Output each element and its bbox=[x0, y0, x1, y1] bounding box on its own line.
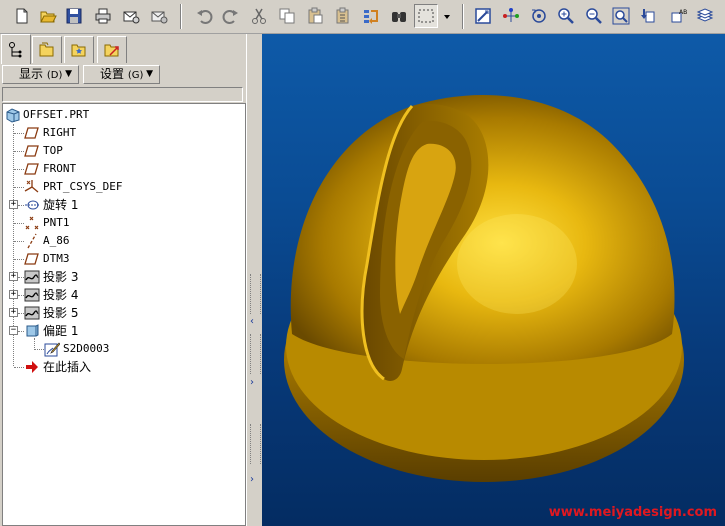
copy-icon[interactable] bbox=[276, 5, 298, 27]
insert-arrow-icon bbox=[26, 361, 38, 373]
toolbar-separator bbox=[462, 4, 464, 29]
print-icon[interactable] bbox=[92, 5, 114, 27]
revolve-icon bbox=[25, 200, 39, 210]
sketch-icon bbox=[44, 342, 60, 357]
settings-menu-button[interactable]: 设置 (G) ▼ bbox=[83, 65, 160, 84]
reorient-icon[interactable] bbox=[638, 5, 660, 27]
folder-icon bbox=[39, 42, 54, 57]
datum-point-icon bbox=[25, 216, 39, 230]
tree-menus: 显示 (D) ▼ 设置 (G) ▼ bbox=[0, 64, 246, 85]
paste-icon[interactable] bbox=[304, 5, 326, 27]
tree-item-label: 旋转 1 bbox=[43, 198, 79, 212]
display-menu-button[interactable]: 显示 (D) ▼ bbox=[2, 65, 79, 84]
paste-special-icon[interactable] bbox=[332, 5, 354, 27]
settings-menu-key: (G) bbox=[127, 70, 144, 81]
chevron-right-icon[interactable]: › bbox=[250, 377, 254, 388]
repaint-icon[interactable] bbox=[472, 5, 494, 27]
splitter-grip[interactable] bbox=[250, 424, 261, 464]
tree-item-label: DTM3 bbox=[43, 252, 70, 265]
expand-icon[interactable]: + bbox=[9, 272, 18, 281]
tree-item-label: S2D0003 bbox=[63, 342, 110, 355]
tree-item-label: RIGHT bbox=[43, 126, 77, 139]
part-icon bbox=[6, 108, 20, 123]
tab-model-tree[interactable] bbox=[1, 34, 31, 64]
datum-plane-icon bbox=[24, 127, 39, 139]
email-icon[interactable] bbox=[120, 5, 142, 27]
find-icon[interactable] bbox=[388, 5, 410, 27]
watermark-text: www.meiyadesign.com bbox=[548, 505, 717, 520]
splitter-grip[interactable] bbox=[250, 334, 261, 374]
expand-icon[interactable]: + bbox=[9, 290, 18, 299]
refit-icon[interactable] bbox=[610, 5, 632, 27]
panel-splitter[interactable]: ‹ › › bbox=[246, 34, 263, 526]
tree-root-label: OFFSET.PRT bbox=[23, 108, 90, 121]
favorites-icon bbox=[71, 44, 86, 57]
projection-curve-icon bbox=[24, 288, 40, 302]
layers-icon[interactable] bbox=[694, 5, 716, 27]
model-tree-icon bbox=[9, 41, 22, 57]
new-icon[interactable] bbox=[11, 5, 33, 27]
tree-item-label: PNT1 bbox=[43, 216, 70, 229]
open-icon[interactable] bbox=[37, 5, 59, 27]
save-icon[interactable] bbox=[63, 5, 85, 27]
tree-filter-bar[interactable] bbox=[2, 87, 243, 102]
chevron-down-icon: ▼ bbox=[146, 69, 153, 79]
tree-item-label: TOP bbox=[43, 144, 63, 157]
collapse-icon[interactable]: − bbox=[9, 326, 18, 335]
tree-item-label: 投影 3 bbox=[43, 270, 79, 284]
helmet-model bbox=[284, 94, 684, 482]
tree-item-label: FRONT bbox=[43, 162, 77, 175]
main-toolbar: AB bbox=[0, 0, 725, 34]
expand-icon[interactable]: + bbox=[9, 200, 18, 209]
navigator-tabs bbox=[0, 34, 262, 64]
regenerate-icon[interactable] bbox=[360, 5, 382, 27]
chevron-down-icon: ▼ bbox=[65, 69, 72, 79]
chevron-right-icon[interactable]: › bbox=[250, 474, 254, 485]
chevron-left-icon[interactable]: ‹ bbox=[250, 316, 254, 327]
tree-item-label: 投影 5 bbox=[43, 306, 79, 320]
orient-icon[interactable] bbox=[528, 5, 550, 27]
tree-item-label: 在此插入 bbox=[43, 360, 92, 374]
settings-menu-label: 设置 bbox=[100, 67, 125, 81]
tab-folder-browser[interactable] bbox=[32, 36, 62, 63]
datum-plane-icon bbox=[24, 253, 39, 265]
tree-line bbox=[34, 338, 35, 348]
tree-item-label: 投影 4 bbox=[43, 288, 79, 302]
svg-text:AB: AB bbox=[679, 9, 687, 16]
redo-icon[interactable] bbox=[220, 5, 242, 27]
connections-icon bbox=[104, 44, 119, 57]
projection-curve-icon bbox=[24, 306, 40, 320]
chevron-down-icon[interactable] bbox=[441, 5, 453, 27]
datum-axis-icon bbox=[27, 233, 37, 249]
zoom-out-icon[interactable] bbox=[583, 5, 605, 27]
datum-plane-icon bbox=[24, 145, 39, 157]
tab-connections[interactable] bbox=[97, 36, 127, 63]
tree-item-label: 偏距 1 bbox=[43, 324, 79, 338]
toolbar-separator bbox=[180, 4, 182, 29]
tab-favorites[interactable] bbox=[64, 36, 94, 63]
offset-feature-icon bbox=[26, 324, 39, 337]
projection-curve-icon bbox=[24, 270, 40, 284]
spin-center-icon[interactable] bbox=[500, 5, 522, 27]
select-box-icon[interactable] bbox=[414, 4, 438, 28]
email-attach-icon[interactable] bbox=[148, 5, 170, 27]
zoom-in-icon[interactable] bbox=[555, 5, 577, 27]
coordinate-system-icon bbox=[24, 180, 39, 193]
display-menu-key: (D) bbox=[46, 70, 63, 81]
graphics-viewport[interactable]: www.meiyadesign.com bbox=[262, 34, 725, 526]
expand-icon[interactable]: + bbox=[9, 308, 18, 317]
cut-icon[interactable] bbox=[248, 5, 270, 27]
splitter-grip[interactable] bbox=[250, 274, 261, 314]
display-menu-label: 显示 bbox=[19, 67, 44, 81]
tree-item-label: PRT_CSYS_DEF bbox=[43, 180, 123, 193]
undo-icon[interactable] bbox=[193, 5, 215, 27]
datum-plane-icon bbox=[24, 163, 39, 175]
model-tree: OFFSET.PRT RIGHT TOP FRONT PRT_CSYS_DEF … bbox=[2, 103, 246, 526]
tree-item-label: A_86 bbox=[43, 234, 70, 247]
saved-views-icon[interactable]: AB bbox=[667, 5, 689, 27]
specular-highlight bbox=[457, 214, 577, 314]
